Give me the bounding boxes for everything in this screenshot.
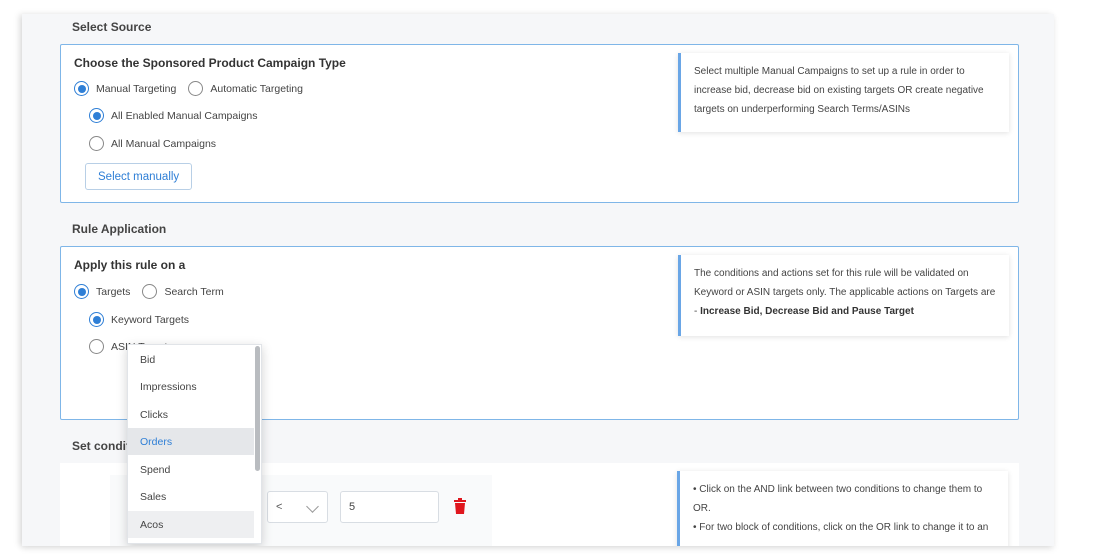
all-enabled-campaigns-label: All Enabled Manual Campaigns [111, 109, 258, 122]
automatic-targeting-label: Automatic Targeting [210, 82, 303, 95]
campaign-type-title: Choose the Sponsored Product Campaign Ty… [74, 56, 346, 70]
dropdown-item-sales[interactable]: Sales [128, 483, 254, 510]
select-manually-button[interactable]: Select manually [85, 163, 193, 190]
targeting-radio-group: Manual Targeting Automatic Targeting [74, 81, 303, 96]
apply-rule-title: Apply this rule on a [74, 258, 186, 272]
condition-value: 5 [349, 501, 356, 513]
all-manual-campaigns-radio[interactable] [89, 136, 104, 151]
conditions-info-line-1: • Click on the AND link between two cond… [693, 484, 983, 514]
dropdown-item-bid[interactable]: Bid [128, 346, 254, 373]
rule-application-info-box: The conditions and actions set for this … [678, 255, 1009, 336]
select-source-title: Select Source [72, 20, 152, 34]
conditions-info-line-2: • For two block of conditions, click on … [693, 522, 989, 533]
campaign-type-info-text: Select multiple Manual Campaigns to set … [694, 66, 984, 115]
manual-targeting-label: Manual Targeting [96, 82, 177, 95]
all-enabled-campaigns-radio[interactable] [89, 108, 104, 123]
dropdown-item-spend[interactable]: Spend [128, 456, 254, 483]
keyword-targets-option: Keyword Targets [89, 312, 189, 327]
automatic-targeting-radio[interactable] [188, 81, 204, 96]
all-manual-campaigns-label: All Manual Campaigns [111, 137, 217, 150]
targets-label: Targets [96, 285, 131, 298]
metric-dropdown-menu: Bid Impressions Clicks Orders Spend Sale… [127, 344, 262, 544]
delete-condition-icon[interactable] [453, 498, 467, 514]
all-manual-campaigns-option: All Manual Campaigns [89, 136, 216, 151]
campaign-type-card: Choose the Sponsored Product Campaign Ty… [60, 44, 1019, 203]
targets-radio[interactable] [74, 284, 89, 299]
dropdown-scrollbar[interactable] [255, 346, 260, 471]
keyword-targets-radio[interactable] [89, 312, 104, 327]
asin-targets-radio[interactable] [89, 339, 104, 354]
rule-application-title: Rule Application [72, 222, 167, 236]
search-term-label: Search Term [164, 285, 224, 298]
chevron-down-icon [306, 500, 319, 513]
dropdown-item-impressions[interactable]: Impressions [128, 373, 254, 400]
rule-application-info-actions: Increase Bid, Decrease Bid and Pause Tar… [700, 306, 914, 317]
dropdown-item-clicks[interactable]: Clicks [128, 401, 254, 428]
conditions-info-box: • Click on the AND link between two cond… [677, 471, 1008, 546]
search-term-radio[interactable] [142, 284, 158, 299]
operator-select[interactable]: < [267, 491, 328, 523]
dropdown-item-orders[interactable]: Orders [128, 428, 254, 455]
rule-editor-page: Select Source Choose the Sponsored Produ… [22, 14, 1054, 546]
dropdown-item-acos[interactable]: Acos [128, 511, 254, 538]
condition-value-input[interactable]: 5 [340, 491, 439, 523]
keyword-targets-label: Keyword Targets [111, 313, 190, 326]
manual-targeting-radio[interactable] [74, 81, 89, 96]
operator-value: < [276, 501, 283, 513]
campaign-type-info-box: Select multiple Manual Campaigns to set … [678, 53, 1009, 132]
all-enabled-campaigns-option: All Enabled Manual Campaigns [89, 108, 258, 123]
apply-on-radio-group: Targets Search Term [74, 284, 224, 299]
